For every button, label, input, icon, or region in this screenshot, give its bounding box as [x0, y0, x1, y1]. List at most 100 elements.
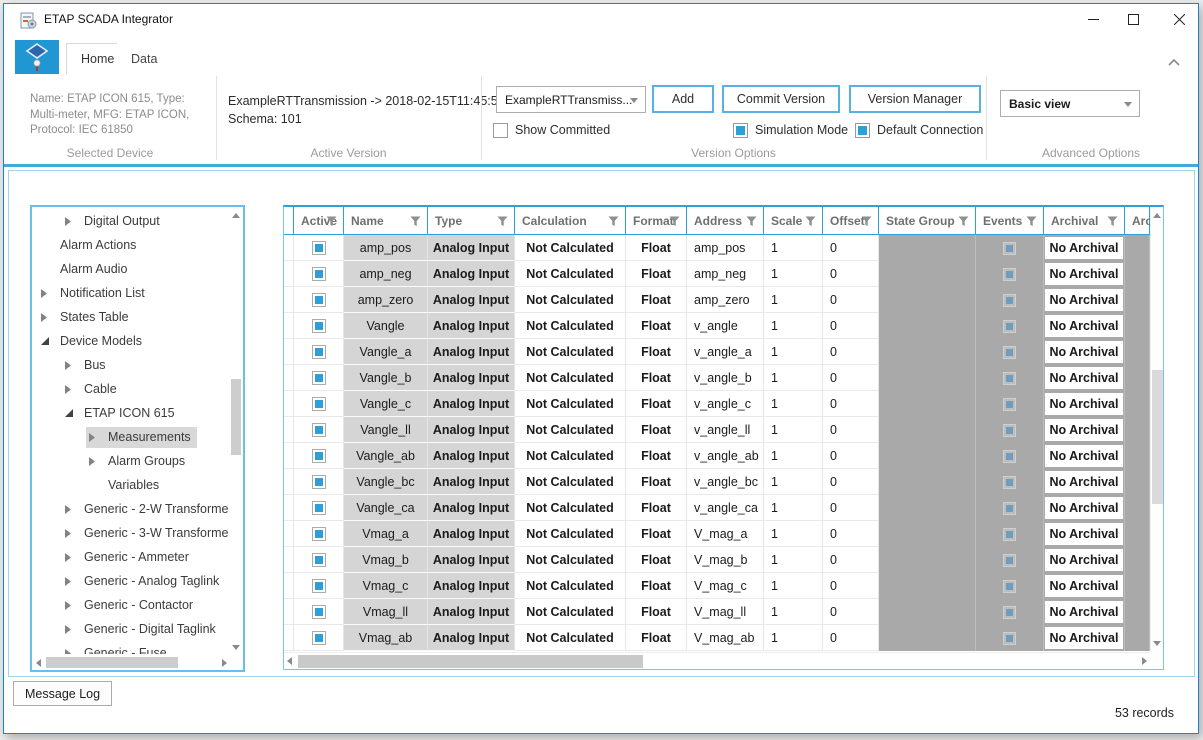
active-checkbox[interactable]: [312, 371, 326, 385]
cell-scale[interactable]: 1: [764, 417, 823, 443]
message-log-button[interactable]: Message Log: [13, 681, 112, 706]
scrollbar-thumb[interactable]: [231, 379, 241, 455]
cell-offset[interactable]: 0: [823, 313, 879, 339]
cell-offset[interactable]: 0: [823, 365, 879, 391]
cell-format[interactable]: Float: [626, 313, 687, 339]
tree-item-variables[interactable]: Variables: [32, 473, 229, 497]
cell-scale[interactable]: 1: [764, 313, 823, 339]
column-header-state_group[interactable]: State Group: [879, 207, 976, 235]
tree-collapsed-icon[interactable]: [64, 384, 79, 395]
tree-collapsed-icon[interactable]: [64, 648, 79, 655]
cell-calculation[interactable]: Not Calculated: [515, 339, 626, 365]
scroll-right-icon[interactable]: [1142, 657, 1147, 665]
archival-value[interactable]: No Archival: [1045, 263, 1123, 285]
version-manager-button[interactable]: Version Manager: [849, 85, 981, 113]
cell-scale[interactable]: 1: [764, 495, 823, 521]
cell-calculation[interactable]: Not Calculated: [515, 391, 626, 417]
cell-address[interactable]: V_mag_a: [687, 521, 764, 547]
scroll-down-icon[interactable]: [1153, 641, 1161, 646]
cell-scale[interactable]: 1: [764, 521, 823, 547]
cell-archival[interactable]: No Archival: [1044, 339, 1125, 365]
archival-value[interactable]: No Archival: [1045, 237, 1123, 259]
cell-calculation[interactable]: Not Calculated: [515, 495, 626, 521]
tree-item-generic-digital-taglink[interactable]: Generic - Digital Taglink: [32, 617, 229, 641]
maximize-button[interactable]: [1116, 4, 1150, 35]
cell-scale[interactable]: 1: [764, 235, 823, 261]
cell-calculation[interactable]: Not Calculated: [515, 469, 626, 495]
cell-offset[interactable]: 0: [823, 469, 879, 495]
cell-calculation[interactable]: Not Calculated: [515, 599, 626, 625]
cell-calculation[interactable]: Not Calculated: [515, 573, 626, 599]
cell-active[interactable]: [294, 469, 344, 495]
cell-address[interactable]: v_angle_bc: [687, 469, 764, 495]
tree-expanded-icon[interactable]: [40, 336, 55, 347]
active-checkbox[interactable]: [312, 579, 326, 593]
tree-item-device-models[interactable]: Device Models: [32, 329, 229, 353]
scroll-left-icon[interactable]: [287, 657, 292, 665]
cell-active[interactable]: [294, 625, 344, 651]
grid-horizontal-scrollbar[interactable]: [284, 652, 1150, 669]
cell-offset[interactable]: 0: [823, 391, 879, 417]
cell-archival[interactable]: No Archival: [1044, 261, 1125, 287]
cell-format[interactable]: Float: [626, 391, 687, 417]
column-header-scale[interactable]: Scale: [764, 207, 823, 235]
tree-item-generic-contactor[interactable]: Generic - Contactor: [32, 593, 229, 617]
cell-format[interactable]: Float: [626, 339, 687, 365]
active-checkbox[interactable]: [312, 423, 326, 437]
cell-address[interactable]: v_angle_ll: [687, 417, 764, 443]
add-version-button[interactable]: Add: [652, 85, 714, 113]
view-select[interactable]: Basic view: [1000, 90, 1140, 117]
cell-active[interactable]: [294, 495, 344, 521]
tree-item-alarm-groups[interactable]: Alarm Groups: [32, 449, 229, 473]
tree-item-etap-icon-615[interactable]: ETAP ICON 615: [32, 401, 229, 425]
archival-value[interactable]: No Archival: [1045, 575, 1123, 597]
cell-offset[interactable]: 0: [823, 495, 879, 521]
tree-item-generic-ammeter[interactable]: Generic - Ammeter: [32, 545, 229, 569]
cell-offset[interactable]: 0: [823, 547, 879, 573]
tree-collapsed-icon[interactable]: [88, 456, 103, 467]
cell-offset[interactable]: 0: [823, 235, 879, 261]
tree-collapsed-icon[interactable]: [64, 552, 79, 563]
archival-value[interactable]: No Archival: [1045, 315, 1123, 337]
cell-address[interactable]: v_angle_a: [687, 339, 764, 365]
archival-value[interactable]: No Archival: [1045, 393, 1123, 415]
close-button[interactable]: [1162, 4, 1196, 35]
default-connection-checkbox[interactable]: Default Connection: [855, 122, 983, 138]
cell-address[interactable]: v_angle_b: [687, 365, 764, 391]
commit-version-button[interactable]: Commit Version: [722, 85, 840, 113]
cell-archival[interactable]: No Archival: [1044, 547, 1125, 573]
tree-horizontal-scrollbar[interactable]: [34, 656, 229, 669]
tree-collapsed-icon[interactable]: [64, 600, 79, 611]
cell-calculation[interactable]: Not Calculated: [515, 547, 626, 573]
cell-scale[interactable]: 1: [764, 287, 823, 313]
column-header-events[interactable]: Events: [976, 207, 1044, 235]
version-select[interactable]: ExampleRTTransmiss...: [496, 86, 646, 113]
collapse-ribbon-icon[interactable]: [1168, 53, 1180, 71]
archival-value[interactable]: No Archival: [1045, 471, 1123, 493]
scrollbar-thumb[interactable]: [46, 657, 178, 668]
simulation-mode-checkbox[interactable]: Simulation Mode: [733, 122, 848, 138]
scroll-up-icon[interactable]: [1153, 213, 1161, 218]
scroll-left-icon[interactable]: [36, 659, 41, 667]
cell-address[interactable]: v_angle: [687, 313, 764, 339]
cell-scale[interactable]: 1: [764, 339, 823, 365]
tree-item-generic-2-w-transformer[interactable]: Generic - 2-W Transformer: [32, 497, 229, 521]
cell-scale[interactable]: 1: [764, 625, 823, 651]
cell-offset[interactable]: 0: [823, 573, 879, 599]
cell-archival[interactable]: No Archival: [1044, 417, 1125, 443]
cell-offset[interactable]: 0: [823, 287, 879, 313]
minimize-button[interactable]: [1076, 4, 1110, 35]
tree-item-measurements[interactable]: Measurements: [32, 425, 229, 449]
tree-expanded-icon[interactable]: [64, 408, 79, 419]
column-header-arc[interactable]: Arc: [1125, 207, 1150, 235]
cell-offset[interactable]: 0: [823, 339, 879, 365]
tree-vertical-scrollbar[interactable]: [230, 209, 242, 654]
cell-scale[interactable]: 1: [764, 573, 823, 599]
cell-offset[interactable]: 0: [823, 521, 879, 547]
active-checkbox[interactable]: [312, 397, 326, 411]
cell-address[interactable]: v_angle_ca: [687, 495, 764, 521]
tree-collapsed-icon[interactable]: [64, 624, 79, 635]
active-checkbox[interactable]: [312, 501, 326, 515]
tree-collapsed-icon[interactable]: [64, 360, 79, 371]
cell-format[interactable]: Float: [626, 287, 687, 313]
